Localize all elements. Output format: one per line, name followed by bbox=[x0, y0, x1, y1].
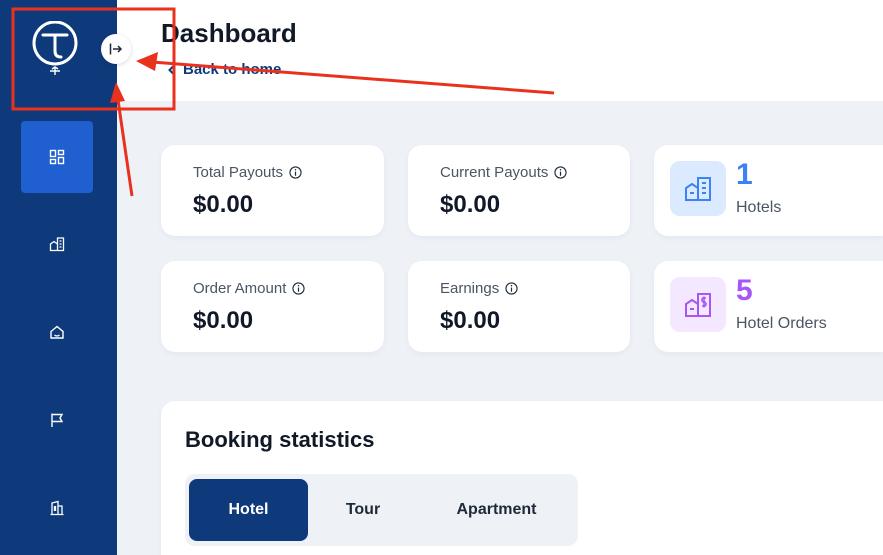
tab-tour[interactable]: Tour bbox=[308, 479, 418, 541]
stat-value: $0.00 bbox=[440, 191, 501, 218]
sidebar-toggle-button[interactable] bbox=[101, 34, 131, 64]
count-value: 1 bbox=[736, 158, 753, 191]
info-icon[interactable] bbox=[289, 166, 302, 179]
tab-hotel[interactable]: Hotel bbox=[189, 479, 308, 541]
stat-card-total-payouts: Total Payouts $0.00 bbox=[161, 145, 384, 236]
stat-card-order-amount: Order Amount $0.00 bbox=[161, 261, 384, 352]
sidebar-item-dashboard[interactable] bbox=[21, 121, 93, 193]
sidebar-item-hotels[interactable] bbox=[21, 208, 93, 280]
count-card-hotel-orders[interactable]: 5 Hotel Orders bbox=[654, 261, 883, 352]
sidebar-item-apartments[interactable] bbox=[21, 472, 93, 544]
sidebar-item-home[interactable] bbox=[21, 296, 93, 368]
building-icon bbox=[50, 500, 64, 516]
info-icon[interactable] bbox=[554, 166, 568, 179]
info-icon[interactable] bbox=[505, 282, 518, 295]
annotation-arrow-line bbox=[116, 99, 134, 197]
stat-label: Total Payouts bbox=[193, 164, 284, 181]
stat-card-current-payouts: Current Payouts $0.00 bbox=[408, 145, 630, 236]
back-to-home-link[interactable]: Back to home bbox=[167, 61, 281, 78]
logo-icon[interactable] bbox=[30, 20, 80, 77]
count-card-hotels[interactable]: 1 Hotels bbox=[654, 145, 883, 236]
page-header: Dashboard Back to home bbox=[117, 0, 883, 101]
stat-value: $0.00 bbox=[440, 307, 501, 334]
stat-label: Order Amount bbox=[193, 280, 287, 297]
stat-value: $0.00 bbox=[193, 307, 254, 334]
stat-value: $0.00 bbox=[193, 191, 254, 218]
stat-label: Current Payouts bbox=[440, 164, 549, 181]
count-label: Hotels bbox=[736, 199, 782, 216]
hotel-icon bbox=[685, 176, 711, 201]
count-label: Hotel Orders bbox=[736, 315, 827, 332]
info-icon[interactable] bbox=[292, 282, 306, 295]
hotel-orders-icon bbox=[685, 292, 711, 317]
hotel-icon bbox=[49, 237, 65, 252]
chevron-left-icon bbox=[168, 64, 175, 75]
booking-tab-bar: Hotel Tour Apartment bbox=[185, 474, 578, 546]
tab-apartment[interactable]: Apartment bbox=[425, 479, 568, 541]
sidebar-item-tours[interactable] bbox=[21, 384, 93, 456]
sidebar bbox=[0, 0, 117, 555]
expand-arrow-icon bbox=[109, 43, 123, 55]
section-title: Booking statistics bbox=[185, 427, 375, 452]
home-icon bbox=[50, 325, 64, 339]
count-value: 5 bbox=[736, 274, 753, 307]
flag-icon bbox=[51, 413, 64, 427]
back-link-label: Back to home bbox=[183, 61, 282, 78]
page-title: Dashboard bbox=[161, 18, 297, 48]
stat-label: Earnings bbox=[440, 280, 500, 297]
booking-statistics-card: Booking statistics Hotel Tour Apartment bbox=[161, 401, 883, 555]
stat-card-earnings: Earnings $0.00 bbox=[408, 261, 630, 352]
dashboard-icon bbox=[49, 149, 65, 165]
